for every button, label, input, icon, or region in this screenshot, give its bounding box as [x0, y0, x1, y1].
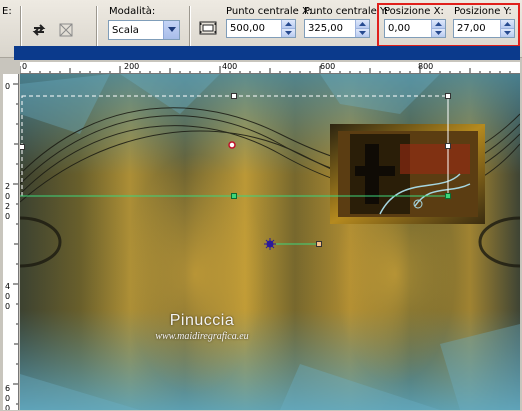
transform-handle[interactable] — [445, 143, 451, 149]
rotation-handle[interactable] — [316, 241, 322, 247]
center-y-field[interactable] — [304, 19, 370, 38]
mode-select[interactable]: Scala — [108, 20, 180, 40]
rotate-arrow-icon[interactable] — [27, 18, 51, 42]
separator — [20, 6, 22, 46]
center-y-label: Punto centrale Y: — [304, 6, 389, 17]
separator — [189, 6, 191, 46]
center-x-label: Punto centrale X: — [226, 6, 313, 17]
watermark: Pinuccia www.maidiregrafica.eu — [132, 312, 272, 342]
canvas-image[interactable] — [20, 74, 520, 410]
transform-handle[interactable] — [231, 193, 237, 199]
mode-select-value: Scala — [112, 24, 139, 36]
vertical-ruler: 0 2 0 2 0 4 0 0 6 0 0 — [3, 74, 19, 410]
document-title-bar — [14, 46, 520, 60]
transform-handle[interactable] — [20, 144, 25, 150]
horizontal-ruler: 0 200 400 600 800 — [20, 62, 520, 74]
cut-label: E: — [2, 6, 12, 17]
pivot-point-icon[interactable] — [264, 238, 276, 250]
separator — [96, 6, 98, 46]
watermark-url: www.maidiregrafica.eu — [155, 331, 249, 342]
position-highlight-box — [377, 3, 520, 47]
filmstrip-icon[interactable] — [196, 16, 220, 40]
watermark-name: Pinuccia — [169, 312, 235, 329]
center-y-input[interactable] — [305, 20, 355, 37]
spin-up-icon[interactable] — [281, 20, 295, 28]
center-x-field[interactable] — [226, 19, 296, 38]
spin-up-icon[interactable] — [355, 20, 369, 28]
transform-handle[interactable] — [445, 193, 451, 199]
transform-handle[interactable] — [231, 93, 237, 99]
transform-handle[interactable] — [445, 93, 451, 99]
spin-down-icon[interactable] — [355, 28, 369, 37]
pin-icon[interactable] — [228, 141, 236, 149]
center-x-input[interactable] — [227, 20, 281, 37]
spin-down-icon[interactable] — [281, 28, 295, 37]
reset-transform-icon[interactable] — [54, 18, 78, 42]
chevron-down-icon[interactable] — [163, 21, 179, 39]
mode-label: Modalità: — [109, 6, 156, 17]
